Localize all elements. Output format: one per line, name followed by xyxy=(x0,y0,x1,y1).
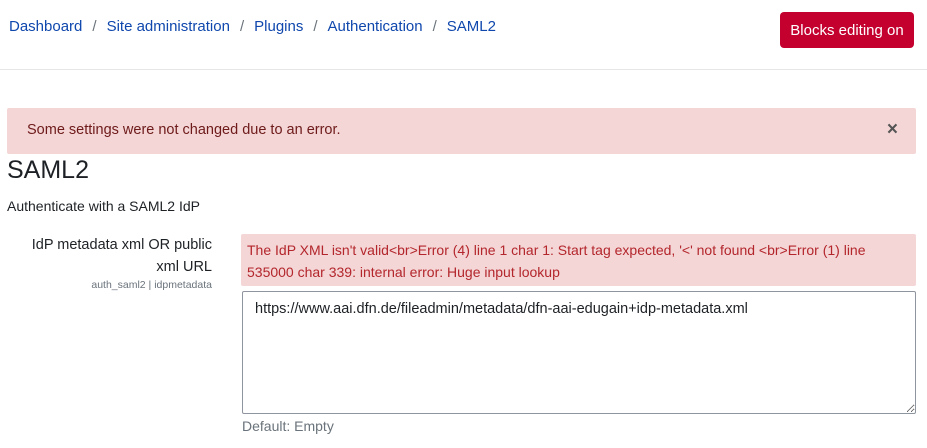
setting-label: IdP metadata xml OR public xml URL xyxy=(31,237,212,275)
breadcrumb-separator: / xyxy=(239,18,245,35)
breadcrumb-saml2[interactable]: SAML2 xyxy=(447,18,496,35)
breadcrumb-separator: / xyxy=(92,18,97,35)
setting-id: auth_saml2 | idpmetadata xyxy=(91,279,212,291)
breadcrumb-separator: / xyxy=(313,18,318,35)
breadcrumb-separator: / xyxy=(432,18,437,35)
setting-error-message: The IdP XML isn't valid<br>Error (4) lin… xyxy=(241,234,916,286)
idp-metadata-input[interactable]: https://www.aai.dfn.de/fileadmin/metadat… xyxy=(242,291,916,414)
alert-message: Some settings were not changed due to an… xyxy=(27,122,341,138)
breadcrumb-authentication[interactable]: Authentication xyxy=(328,18,423,35)
page-title: SAML2 xyxy=(7,156,89,184)
page-header: Dashboard / Site administration / Plugin… xyxy=(0,0,927,70)
breadcrumb: Dashboard / Site administration / Plugin… xyxy=(9,18,496,35)
breadcrumb-dashboard[interactable]: Dashboard xyxy=(9,18,82,35)
breadcrumb-plugins[interactable]: Plugins xyxy=(254,18,303,35)
default-value-note: Default: Empty xyxy=(242,418,334,434)
error-alert: Some settings were not changed due to an… xyxy=(7,108,916,154)
breadcrumb-site-administration[interactable]: Site administration xyxy=(107,18,230,35)
blocks-editing-button[interactable]: Blocks editing on xyxy=(780,12,914,48)
close-icon[interactable]: × xyxy=(887,120,898,139)
page-description: Authenticate with a SAML2 IdP xyxy=(7,198,200,214)
